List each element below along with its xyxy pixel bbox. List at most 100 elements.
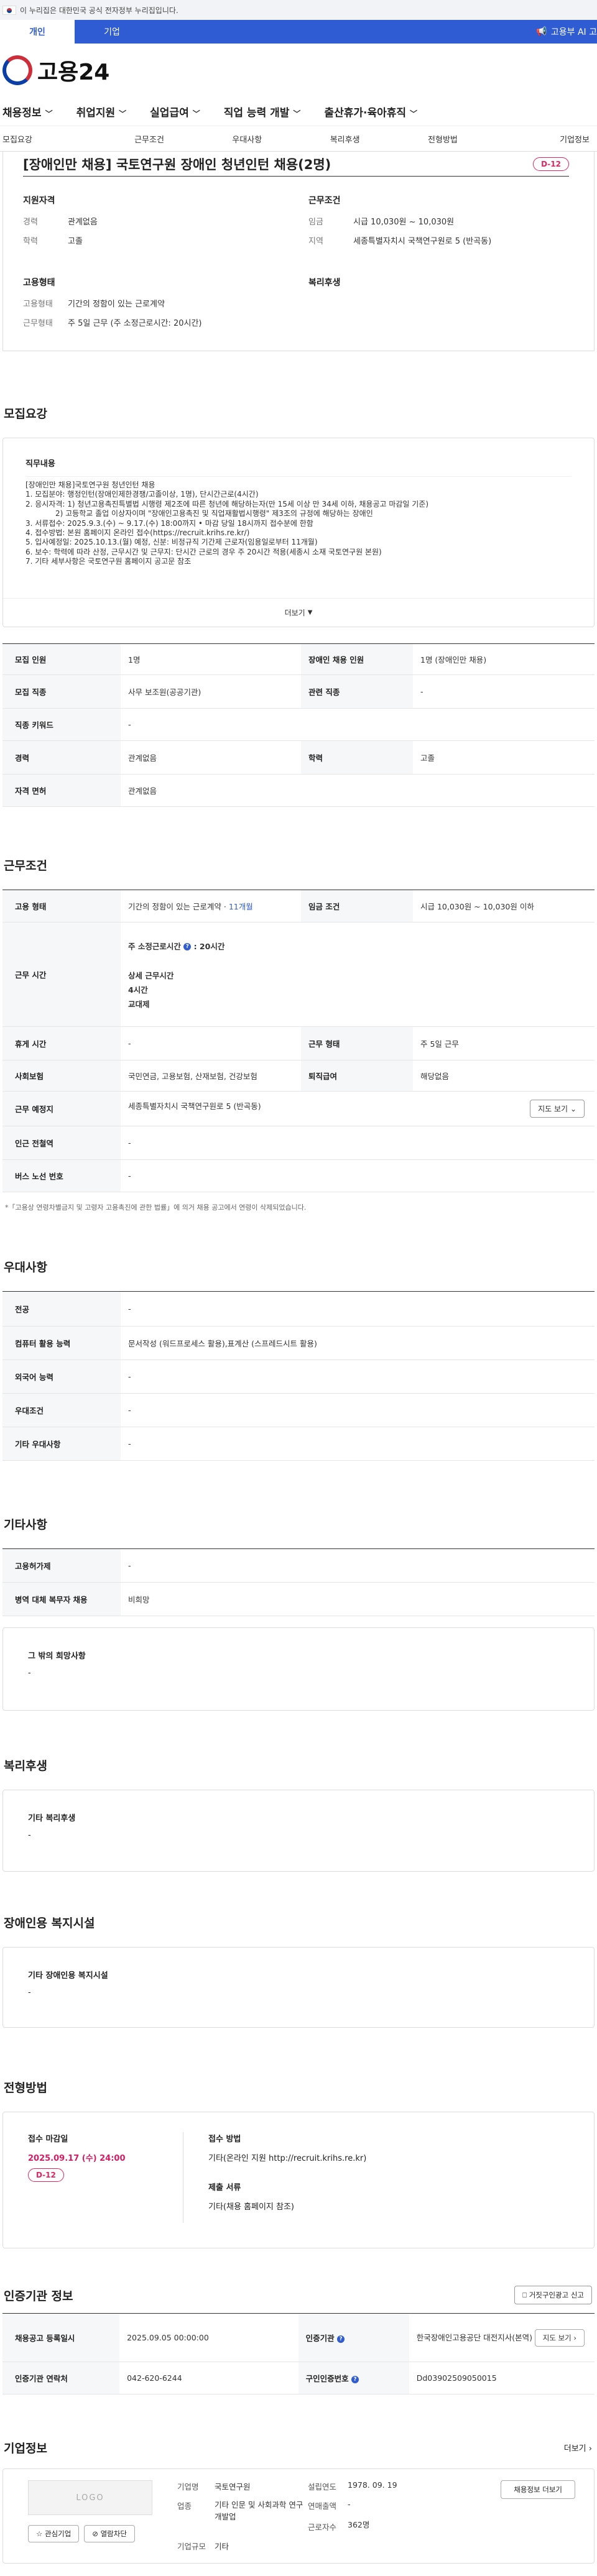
cell-value: - — [413, 674, 595, 709]
anchor-preference[interactable]: 우대사항 — [198, 126, 296, 151]
chevron-down-icon: ﹀ — [119, 109, 127, 118]
ministry-ai-link[interactable]: 📢 고용부 AI 고 — [536, 20, 597, 44]
summary-row: 근무형태 주 5일 근무 (주 소정근로시간: 20시간) — [23, 316, 284, 328]
cell-header: 전공 — [2, 1291, 121, 1327]
section-title-etc: 기타사항 — [4, 1518, 47, 1532]
cell-value: 문서작성 (워드프로세스 활용),표계산 (스프레드시트 활용) — [121, 1326, 595, 1360]
cell-header: 고용허가제 — [2, 1548, 121, 1583]
duty-line: 6. 보수: 학력에 따라 산정, 근무시간 및 근무지: 단시간 근로의 경우… — [25, 547, 382, 556]
section-title-cert: 인증기관 정보 — [4, 2289, 73, 2303]
report-false-ad-button[interactable]: ⎕ 거짓구인광고 신고 — [514, 2286, 592, 2304]
duty-more-button[interactable]: 더보기 ▼ — [3, 598, 594, 627]
emp-period: 11개월 — [228, 902, 253, 911]
cell-value: - — [121, 1427, 595, 1461]
more-label: 더보기 — [563, 2444, 586, 2454]
company-section: 기업정보 더보기 › LOGO ☆ 관심기업 ⊘ 열람차단 기업명 국토연구원 설… — [0, 2439, 597, 2564]
anchor-selection[interactable]: 전형방법 — [394, 126, 491, 151]
summary-row: 임금 시급 10,030원 ~ 10,030원 — [308, 215, 569, 227]
cell-value: 042-620-6244 — [119, 2362, 298, 2394]
logo-emblem-icon[interactable] — [2, 55, 32, 85]
cert-header: 인증기관 정보 ⎕ 거짓구인광고 신고 — [2, 2286, 595, 2304]
info-icon[interactable]: ? — [183, 943, 192, 950]
company-logo-block: LOGO ☆ 관심기업 ⊘ 열람차단 — [28, 2480, 152, 2552]
anchor-welfare[interactable]: 복리후생 — [296, 126, 394, 151]
duty-line: 3. 서류접수: 2025.9.3.(수) ~ 9.17.(수) 18:00까지… — [25, 518, 313, 528]
facility-section: 장애인용 복지시설 기타 장애인용 복지시설 - — [0, 1914, 597, 2028]
nav-item-employment-support[interactable]: 취업지원 ﹀ — [76, 104, 127, 119]
cert-map-button[interactable]: 지도 보기 › — [534, 2329, 585, 2347]
tab-personal[interactable]: 개인 — [0, 20, 75, 44]
cell-header: 외국어 능력 — [2, 1359, 121, 1394]
chevron-down-icon: ﹀ — [45, 109, 53, 118]
nav-label: 채용정보 — [2, 106, 42, 119]
selection-box: 접수 마감일 2025.09.17 (수) 24:00 D-12 접수 방법 기… — [2, 2112, 595, 2248]
cert-table: 채용공고 등록일시 2025.09.05 00:00:00 인증기관 ? 한국장… — [2, 2313, 595, 2394]
cell-value: - — [121, 1026, 301, 1060]
work-table: 고용 형태 기간의 정함이 있는 근로계약 · 11개월 임금 조건 시급 10… — [2, 890, 595, 1192]
cell-header: 학력 — [301, 740, 413, 775]
table-row: 자격 면허 관계없음 — [2, 774, 595, 807]
summary-conditions: 근무조건 임금 시급 10,030원 ~ 10,030원 지역 세종특별자치시 국책… — [308, 194, 569, 254]
duty-line: 2. 응시자격: 1) 청년고용촉진특별법 시행령 제2조에 따른 청년에 해당… — [25, 499, 429, 508]
favorite-company-button[interactable]: ☆ 관심기업 — [28, 2525, 80, 2542]
cell-value: 고졸 — [413, 740, 595, 775]
korea-flag-icon — [2, 5, 16, 15]
table-row: 컴퓨터 활용 능력 문서작성 (워드프로세스 활용),표계산 (스프레드시트 활용… — [2, 1326, 595, 1360]
info-icon[interactable]: ? — [336, 2335, 345, 2343]
summary-qualification: 지원자격 경력 관계없음 학력 고졸 — [23, 194, 284, 254]
etc-table: 고용허가제 - 병역 대체 복무자 채용 비희망 — [2, 1548, 595, 1616]
site-logo[interactable]: 고용24 — [37, 54, 109, 86]
company-more-link[interactable]: 더보기 › — [564, 2442, 592, 2454]
nav-item-training[interactable]: 직업 능력 개발 ﹀ — [224, 104, 301, 119]
preference-section: 우대사항 전공 - 컴퓨터 활용 능력 문서작성 (워드프로세스 활용),표계산 (… — [0, 1258, 597, 1461]
cell-header: 채용공고 등록일시 — [2, 2313, 120, 2362]
cell-header: 구인인증번호 ? — [298, 2362, 409, 2394]
job-title: [장애인만 채용] 국토연구원 장애인 청년인턴 채용(2명) — [23, 157, 331, 172]
section-title-work: 근무조건 — [4, 859, 47, 873]
cell-value: 한국장애인고용공단 대전지사(본역) 지도 보기 › — [409, 2313, 595, 2362]
org-label: 인증기관 — [305, 2334, 335, 2343]
block-view-button[interactable]: ⊘ 열람차단 — [84, 2525, 135, 2542]
info-key: 근로자수 — [308, 2523, 337, 2532]
company-industry: 기타 인문 및 사회과학 연구개발업 — [215, 2500, 303, 2521]
tab-company[interactable]: 기업 — [75, 20, 149, 44]
fav-label: 관심기업 — [44, 2529, 72, 2538]
nav-label: 직업 능력 개발 — [223, 106, 290, 119]
table-row: 인증기관 연락처 042-620-6244 구인인증번호 ? Dd0390250… — [2, 2362, 595, 2394]
table-row: 우대조건 - — [2, 1393, 595, 1427]
company-jobs-button[interactable]: 채용정보 더보기 — [501, 2480, 575, 2499]
table-row: 인근 전철역 - — [2, 1126, 595, 1160]
nav-item-jobs[interactable]: 채용정보 ﹀ — [2, 104, 53, 119]
block-icon: ⊘ — [92, 2529, 98, 2538]
company-header: 기업정보 더보기 › — [2, 2439, 595, 2456]
info-icon[interactable]: ? — [351, 2375, 359, 2383]
chevron-down-icon: ▼ — [307, 609, 313, 616]
detail-hours-item: 4시간 — [128, 985, 148, 995]
map-view-button[interactable]: 지도 보기 ⌄ — [530, 1100, 585, 1118]
work-place-text: 세종특별자치시 국책연구원로 5 (반곡동) — [128, 1102, 261, 1111]
docs-value: 기타(채용 홈페이지 참조) — [208, 2202, 295, 2212]
chevron-down-icon: ﹀ — [293, 109, 301, 118]
docs-label: 제출 서류 — [208, 2183, 241, 2192]
chevron-down-icon: ﹀ — [410, 109, 418, 118]
nav-item-unemployment[interactable]: 실업급여 ﹀ — [150, 104, 200, 119]
company-logo-placeholder: LOGO — [28, 2480, 152, 2515]
info-key: 기업규모 — [177, 2542, 206, 2551]
summary-welfare: 복리후생 — [308, 276, 569, 336]
dday-badge: D-12 — [533, 157, 569, 171]
cell-value: - — [121, 1159, 595, 1192]
anchor-company[interactable]: 기업정보 — [492, 126, 597, 151]
section-title-facility: 장애인용 복지시설 — [4, 1916, 95, 1930]
cell-header: 고용 형태 — [2, 890, 121, 922]
job-summary-card: [장애인만 채용] 국토연구원 장애인 청년인턴 채용(2명) D-12 지원자… — [2, 152, 595, 351]
row-value: 시급 10,030원 ~ 10,030원 — [353, 218, 455, 227]
cell-value: 국민연금, 고용보험, 산재보험, 건강보험 — [121, 1060, 301, 1092]
org-value: 한국장애인고용공단 대전지사(본역) — [416, 2332, 532, 2342]
anchor-recruit[interactable]: 모집요강 — [0, 126, 100, 151]
duty-line: 5. 입사예정일: 2025.10.13.(월) 예정, 신분: 비정규직 기간… — [25, 538, 318, 547]
nav-label: 실업급여 — [150, 106, 189, 119]
method-value: 기타(온라인 지원 http://recruit.krihs.re.kr) — [208, 2154, 367, 2163]
row-key: 근무형태 — [23, 319, 53, 328]
anchor-conditions[interactable]: 근무조건 — [100, 126, 198, 151]
nav-item-leave[interactable]: 출산휴가·육아휴직 ﹀ — [324, 104, 417, 119]
